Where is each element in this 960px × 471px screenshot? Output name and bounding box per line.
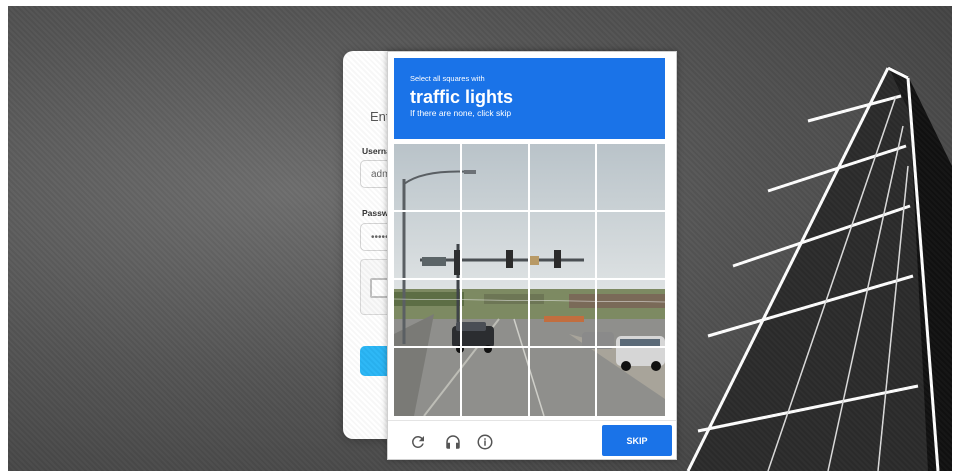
grid-tile[interactable]	[461, 280, 530, 348]
grid-tile[interactable]	[597, 348, 665, 416]
grid-tile[interactable]	[462, 348, 530, 416]
grid-tile[interactable]	[394, 144, 462, 212]
tile-grid	[394, 144, 665, 416]
grid-tile[interactable]	[597, 144, 665, 212]
recaptcha-challenge: Select all squares with traffic lights I…	[387, 51, 677, 460]
reload-icon[interactable]	[408, 432, 428, 452]
info-icon[interactable]	[475, 432, 495, 452]
skip-button[interactable]: SKIP	[602, 425, 672, 456]
grid-tile[interactable]	[394, 348, 462, 416]
grid-tile[interactable]	[394, 212, 462, 280]
grid-tile[interactable]	[597, 212, 665, 280]
grid-tile[interactable]	[461, 212, 530, 280]
grid-tile[interactable]	[529, 280, 598, 348]
grid-tile[interactable]	[530, 348, 598, 416]
challenge-footer: SKIP	[388, 420, 676, 460]
challenge-instruction: If there are none, click skip	[410, 108, 512, 118]
grid-tile[interactable]	[461, 144, 530, 212]
grid-tile[interactable]	[529, 144, 598, 212]
grid-tile[interactable]	[597, 280, 665, 348]
challenge-prompt: Select all squares with	[410, 74, 485, 83]
challenge-header: Select all squares with traffic lights I…	[394, 58, 665, 139]
headphones-icon[interactable]	[443, 432, 463, 452]
challenge-target: traffic lights	[410, 87, 514, 107]
grid-tile[interactable]	[529, 212, 598, 280]
challenge-image-grid	[394, 144, 665, 416]
grid-tile[interactable]	[394, 280, 462, 348]
